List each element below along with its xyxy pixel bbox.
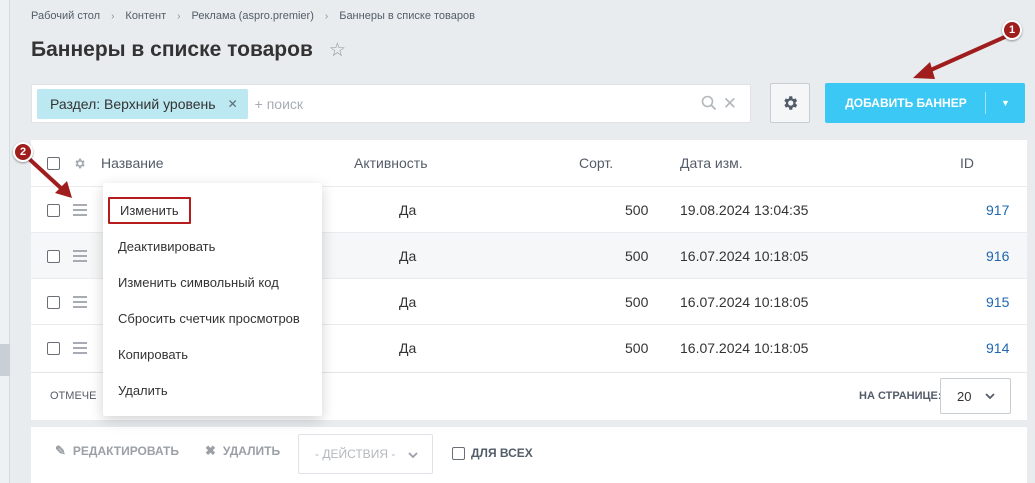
breadcrumb-item[interactable]: Контент xyxy=(125,10,166,22)
menu-icon[interactable] xyxy=(73,279,87,325)
row-checkbox[interactable] xyxy=(47,325,60,371)
annotation-badge: 1 xyxy=(1002,20,1022,40)
chevron-down-icon[interactable]: ▼ xyxy=(986,98,1025,108)
annotation-badge: 2 xyxy=(13,142,33,162)
chevron-right-icon: › xyxy=(324,10,329,22)
gear-icon xyxy=(784,96,798,110)
pencil-icon: ✎ xyxy=(55,443,66,458)
per-page-select[interactable]: 20 xyxy=(940,378,1011,414)
breadcrumb-item[interactable]: Рабочий стол xyxy=(31,10,100,22)
delete-label: УДАЛИТЬ xyxy=(222,444,281,458)
add-banner-label: ДОБАВИТЬ БАННЕР xyxy=(845,96,967,110)
menu-item-label: Изменить xyxy=(108,196,191,224)
menu-item-edit[interactable]: Изменить xyxy=(103,192,322,228)
for-all-checkbox[interactable]: ДЛЯ ВСЕХ xyxy=(452,446,533,460)
menu-icon[interactable] xyxy=(73,187,87,233)
cell-active: Да xyxy=(399,340,417,356)
menu-item-delete[interactable]: Удалить xyxy=(103,372,322,408)
breadcrumb: Рабочий стол › Контент › Реклама (aspro.… xyxy=(31,10,475,22)
actions-select-value: - ДЕЙСТВИЯ - xyxy=(315,447,396,461)
sidebar-handle[interactable] xyxy=(0,344,10,376)
row-context-menu: Изменить Деактивировать Изменить символь… xyxy=(103,183,322,416)
group-actions-bar: ✎ РЕДАКТИРОВАТЬ ✖ УДАЛИТЬ - ДЕЙСТВИЯ - Д… xyxy=(31,427,1027,483)
cell-date: 19.08.2024 13:04:35 xyxy=(680,202,809,218)
cell-date: 16.07.2024 10:18:05 xyxy=(680,294,809,310)
column-header-active[interactable]: Активность xyxy=(354,140,428,186)
cell-id[interactable]: 914 xyxy=(986,325,1009,371)
select-all-checkbox[interactable] xyxy=(47,140,60,186)
row-checkbox[interactable] xyxy=(47,233,60,279)
row-checkbox[interactable] xyxy=(47,279,60,325)
menu-icon[interactable] xyxy=(73,325,87,371)
actions-select[interactable]: - ДЕЙСТВИЯ - xyxy=(298,434,433,474)
menu-icon[interactable] xyxy=(73,233,87,279)
menu-item-reset-views[interactable]: Сбросить счетчик просмотров xyxy=(103,300,322,336)
filter-search-bar[interactable]: Раздел: Верхний уровень ✕ + поиск ✕ xyxy=(31,84,751,123)
cell-active: Да xyxy=(399,248,417,264)
left-sidebar-strip xyxy=(0,0,10,483)
clear-icon[interactable]: ✕ xyxy=(723,94,737,114)
filter-chip-label: Раздел: Верхний уровень xyxy=(50,95,216,112)
cell-sort: 500 xyxy=(625,294,649,310)
filter-chip[interactable]: Раздел: Верхний уровень ✕ xyxy=(37,88,248,119)
edit-button[interactable]: ✎ РЕДАКТИРОВАТЬ xyxy=(55,443,179,459)
settings-button[interactable] xyxy=(770,83,810,123)
add-banner-button[interactable]: ДОБАВИТЬ БАННЕР ▼ xyxy=(825,83,1025,123)
star-icon[interactable]: ☆ xyxy=(329,39,346,62)
cell-sort: 500 xyxy=(625,340,649,356)
column-header-date[interactable]: Дата изм. xyxy=(680,140,743,186)
breadcrumb-item[interactable]: Баннеры в списке товаров xyxy=(339,10,475,22)
cell-id[interactable]: 915 xyxy=(986,279,1009,325)
column-header-name[interactable]: Название xyxy=(101,140,164,186)
menu-item-change-code[interactable]: Изменить символьный код xyxy=(103,264,322,300)
close-icon: ✖ xyxy=(205,443,216,458)
per-page-value: 20 xyxy=(957,388,972,404)
cell-id[interactable]: 916 xyxy=(986,233,1009,279)
column-header-id[interactable]: ID xyxy=(960,140,974,186)
edit-label: РЕДАКТИРОВАТЬ xyxy=(72,444,179,458)
row-checkbox[interactable] xyxy=(47,187,60,233)
cell-id[interactable]: 917 xyxy=(986,187,1009,233)
checkbox[interactable] xyxy=(452,446,465,460)
cell-date: 16.07.2024 10:18:05 xyxy=(680,340,809,356)
cell-active: Да xyxy=(399,294,417,310)
cell-sort: 500 xyxy=(625,202,649,218)
chevron-right-icon: › xyxy=(111,10,115,22)
menu-item-copy[interactable]: Копировать xyxy=(103,336,322,372)
cell-active: Да xyxy=(399,202,417,218)
breadcrumb-item[interactable]: Реклама (aspro.premier) xyxy=(192,10,314,22)
search-input[interactable]: + поиск xyxy=(255,96,303,112)
selected-count-label: ОТМЕЧЕ xyxy=(50,390,97,402)
per-page-label: НА СТРАНИЦЕ: xyxy=(859,390,942,402)
page-title: Баннеры в списке товаров ☆ xyxy=(31,38,346,62)
search-icon[interactable] xyxy=(701,95,717,111)
chevron-down-icon xyxy=(408,452,418,459)
page-title-text: Баннеры в списке товаров xyxy=(31,38,313,61)
cell-sort: 500 xyxy=(625,248,649,264)
chevron-down-icon xyxy=(985,393,995,400)
chevron-right-icon: › xyxy=(177,10,181,22)
for-all-label: ДЛЯ ВСЕХ xyxy=(471,446,533,460)
menu-item-deactivate[interactable]: Деактивировать xyxy=(103,228,322,264)
column-header-sort[interactable]: Сорт. xyxy=(579,140,613,186)
delete-button[interactable]: ✖ УДАЛИТЬ xyxy=(205,443,280,459)
cell-date: 16.07.2024 10:18:05 xyxy=(680,248,809,264)
close-icon[interactable]: ✕ xyxy=(228,97,238,111)
gear-icon[interactable] xyxy=(73,140,86,186)
